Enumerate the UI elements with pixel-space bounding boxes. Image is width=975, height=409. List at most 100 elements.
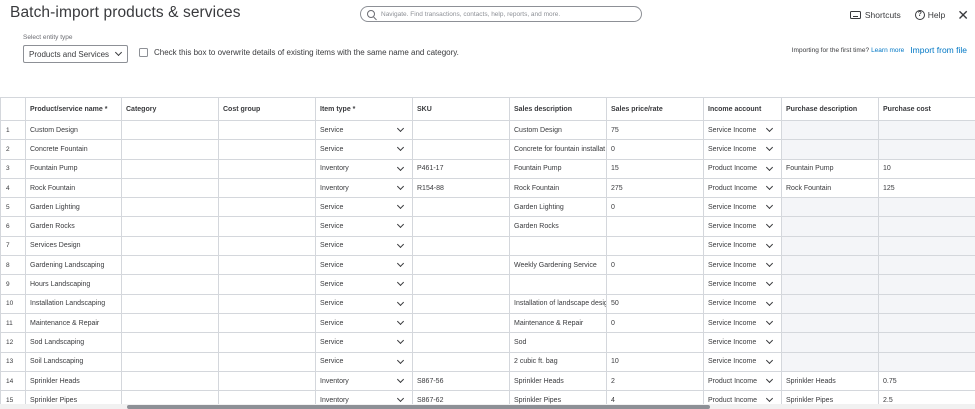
category-cell[interactable] bbox=[121, 255, 219, 276]
item-type-cell[interactable]: Service bbox=[315, 197, 413, 218]
learn-more-link[interactable]: Learn more bbox=[871, 47, 904, 54]
category-cell[interactable] bbox=[121, 351, 219, 372]
item-type-cell[interactable]: Inventory bbox=[315, 158, 413, 179]
item-type-cell[interactable]: Service bbox=[315, 119, 413, 141]
chevron-down-icon[interactable] bbox=[396, 395, 405, 403]
chevron-down-icon[interactable] bbox=[765, 356, 774, 364]
product-name-cell[interactable]: Services Design bbox=[25, 235, 122, 257]
purchase-description-cell[interactable] bbox=[781, 351, 879, 372]
sales-price-cell[interactable] bbox=[606, 235, 704, 257]
chevron-down-icon[interactable] bbox=[765, 221, 774, 229]
purchase-cost-cell[interactable]: 2.5 bbox=[878, 390, 975, 405]
cost-group-cell[interactable] bbox=[218, 139, 316, 160]
sales-description-cell[interactable]: Custom Design bbox=[509, 119, 607, 141]
sku-cell[interactable] bbox=[412, 293, 510, 314]
sku-cell[interactable] bbox=[412, 216, 510, 237]
chevron-down-icon[interactable] bbox=[396, 317, 405, 326]
chevron-down-icon[interactable] bbox=[396, 240, 405, 248]
sales-description-cell[interactable]: Fountain Pump bbox=[509, 158, 607, 179]
purchase-cost-cell[interactable] bbox=[878, 274, 975, 295]
chevron-down-icon[interactable] bbox=[396, 298, 405, 306]
sales-price-cell[interactable]: 10 bbox=[606, 351, 704, 372]
purchase-cost-cell[interactable] bbox=[878, 197, 975, 218]
sales-description-cell[interactable]: Weekly Gardening Service bbox=[509, 255, 607, 276]
shortcuts-button[interactable]: Shortcuts bbox=[849, 10, 901, 20]
item-type-cell[interactable]: Inventory bbox=[315, 177, 413, 199]
purchase-description-cell[interactable] bbox=[781, 293, 879, 314]
cost-group-cell[interactable] bbox=[218, 332, 316, 353]
purchase-description-cell[interactable]: Rock Fountain bbox=[781, 177, 879, 199]
category-cell[interactable] bbox=[121, 177, 219, 199]
income-account-cell[interactable]: Service Income bbox=[703, 119, 782, 141]
income-account-cell[interactable]: Service Income bbox=[703, 216, 782, 237]
cost-group-cell[interactable] bbox=[218, 293, 316, 314]
chevron-down-icon[interactable] bbox=[765, 375, 774, 383]
purchase-description-cell[interactable] bbox=[781, 312, 879, 334]
cost-group-cell[interactable] bbox=[218, 158, 316, 179]
sales-price-cell[interactable] bbox=[606, 274, 704, 295]
chevron-down-icon[interactable] bbox=[765, 395, 774, 403]
sku-cell[interactable] bbox=[412, 139, 510, 160]
chevron-down-icon[interactable] bbox=[765, 337, 774, 345]
product-name-cell[interactable]: Maintenance & Repair bbox=[25, 312, 122, 334]
item-type-cell[interactable]: Service bbox=[315, 274, 413, 295]
product-name-cell[interactable]: Custom Design bbox=[25, 119, 122, 141]
category-cell[interactable] bbox=[121, 216, 219, 237]
chevron-down-icon[interactable] bbox=[396, 163, 405, 171]
purchase-cost-cell[interactable] bbox=[878, 312, 975, 334]
income-account-cell[interactable]: Service Income bbox=[703, 274, 782, 295]
category-cell[interactable] bbox=[121, 197, 219, 218]
sales-price-cell[interactable] bbox=[606, 216, 704, 237]
income-account-cell[interactable]: Product Income bbox=[703, 370, 782, 392]
chevron-down-icon[interactable] bbox=[765, 144, 774, 152]
close-icon[interactable]: ✕ bbox=[957, 8, 969, 22]
category-cell[interactable] bbox=[121, 370, 219, 392]
product-name-cell[interactable]: Garden Lighting bbox=[25, 197, 122, 218]
purchase-description-cell[interactable] bbox=[781, 216, 879, 237]
cost-group-cell[interactable] bbox=[218, 197, 316, 218]
category-cell[interactable] bbox=[121, 293, 219, 314]
sales-description-cell[interactable]: Sod bbox=[509, 332, 607, 353]
chevron-down-icon[interactable] bbox=[396, 337, 405, 345]
sales-price-cell[interactable]: 0 bbox=[606, 312, 704, 334]
purchase-cost-cell[interactable] bbox=[878, 119, 975, 141]
chevron-down-icon[interactable] bbox=[765, 260, 774, 268]
purchase-description-cell[interactable] bbox=[781, 332, 879, 353]
sales-price-cell[interactable] bbox=[606, 332, 704, 353]
sku-cell[interactable] bbox=[412, 332, 510, 353]
chevron-down-icon[interactable] bbox=[396, 182, 405, 190]
cost-group-cell[interactable] bbox=[218, 216, 316, 237]
chevron-down-icon[interactable] bbox=[396, 375, 405, 383]
category-cell[interactable] bbox=[121, 312, 219, 334]
scrollbar-thumb[interactable] bbox=[127, 405, 710, 409]
sku-cell[interactable] bbox=[412, 255, 510, 276]
item-type-cell[interactable]: Service bbox=[315, 139, 413, 160]
item-type-cell[interactable]: Inventory bbox=[315, 370, 413, 392]
category-cell[interactable] bbox=[121, 119, 219, 141]
sales-price-cell[interactable]: 0 bbox=[606, 197, 704, 218]
sku-cell[interactable] bbox=[412, 197, 510, 218]
sku-cell[interactable] bbox=[412, 274, 510, 295]
item-type-cell[interactable]: Service bbox=[315, 332, 413, 353]
product-name-cell[interactable]: Gardening Landscaping bbox=[25, 255, 122, 276]
cost-group-cell[interactable] bbox=[218, 177, 316, 199]
purchase-cost-cell[interactable] bbox=[878, 216, 975, 237]
sales-price-cell[interactable]: 0 bbox=[606, 255, 704, 276]
income-account-cell[interactable]: Product Income bbox=[703, 390, 782, 405]
sales-description-cell[interactable]: Concrete for fountain installat bbox=[509, 139, 607, 160]
sales-description-cell[interactable]: Sprinkler Heads bbox=[509, 370, 607, 392]
import-from-file-link[interactable]: Import from file bbox=[910, 45, 967, 55]
purchase-description-cell[interactable] bbox=[781, 235, 879, 257]
purchase-description-cell[interactable]: Sprinkler Heads bbox=[781, 370, 879, 392]
sales-description-cell[interactable]: Garden Lighting bbox=[509, 197, 607, 218]
income-account-cell[interactable]: Service Income bbox=[703, 197, 782, 218]
purchase-description-cell[interactable]: Sprinkler Pipes bbox=[781, 390, 879, 405]
cost-group-cell[interactable] bbox=[218, 255, 316, 276]
cost-group-cell[interactable] bbox=[218, 274, 316, 295]
chevron-down-icon[interactable] bbox=[765, 163, 774, 171]
cost-group-cell[interactable] bbox=[218, 370, 316, 392]
sales-description-cell[interactable]: Maintenance & Repair bbox=[509, 312, 607, 334]
purchase-description-cell[interactable] bbox=[781, 197, 879, 218]
purchase-cost-cell[interactable]: 0.75 bbox=[878, 370, 975, 392]
purchase-cost-cell[interactable] bbox=[878, 255, 975, 276]
